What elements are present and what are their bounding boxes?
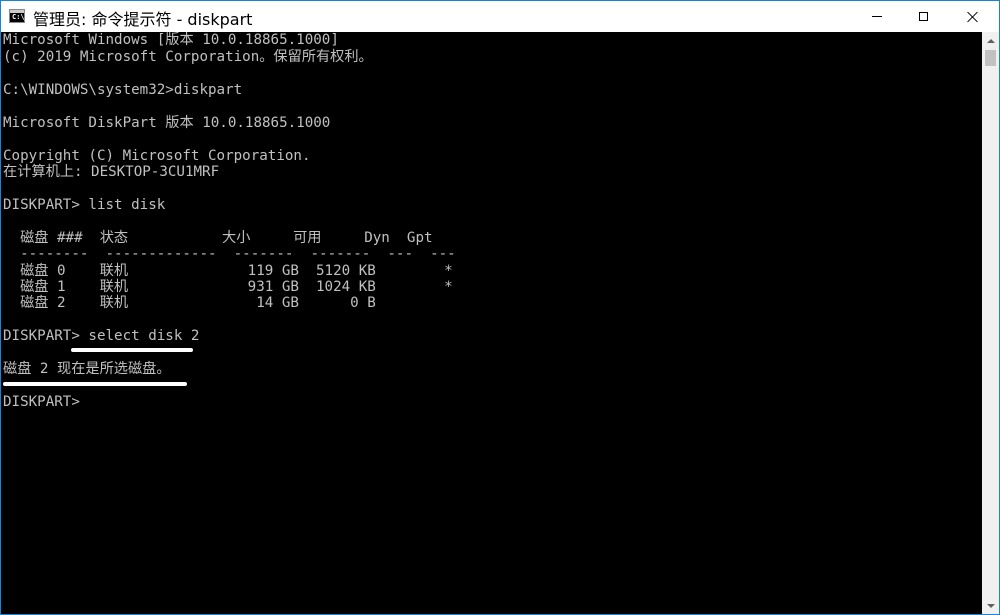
console-line: C:\WINDOWS\system32>diskpart xyxy=(3,82,243,98)
minimize-button[interactable] xyxy=(854,1,900,32)
scroll-down-icon[interactable] xyxy=(982,597,999,614)
console-line: 在计算机上: DESKTOP-3CU1MRF xyxy=(3,164,220,180)
table-row: 磁盘 1 联机 931 GB 1024 KB * xyxy=(3,279,453,295)
table-row: 磁盘 2 联机 14 GB 0 B xyxy=(3,295,376,311)
highlight-underline xyxy=(71,348,193,352)
maximize-icon xyxy=(918,12,928,21)
console-line: Microsoft Windows [版本 10.0.18865.1000] xyxy=(3,32,339,48)
close-button[interactable] xyxy=(946,1,999,32)
console-line: (c) 2019 Microsoft Corporation。保留所有权利。 xyxy=(3,49,373,65)
console-line: 磁盘 2 现在是所选磁盘。 xyxy=(3,361,171,377)
console-window: C:\_ 管理员: 命令提示符 - diskpart Microsoft Win… xyxy=(0,0,1000,615)
highlight-underline xyxy=(3,382,187,386)
scroll-thumb[interactable] xyxy=(985,50,996,66)
scroll-up-icon[interactable] xyxy=(982,32,999,49)
cmd-icon[interactable]: C:\_ xyxy=(9,9,29,23)
minimize-icon xyxy=(872,16,882,17)
close-icon xyxy=(967,11,979,23)
window-title: 管理员: 命令提示符 - diskpart xyxy=(33,10,253,29)
console-output[interactable]: Microsoft Windows [版本 10.0.18865.1000] (… xyxy=(1,32,982,614)
console-line: Copyright (C) Microsoft Corporation. xyxy=(3,148,311,164)
table-header: 磁盘 ### 状态 大小 可用 Dyn Gpt xyxy=(3,230,433,246)
console-line: DISKPART> select disk 2 xyxy=(3,328,200,344)
title-bar[interactable]: C:\_ 管理员: 命令提示符 - diskpart xyxy=(1,1,999,32)
table-separator: -------- ------------- ------- ------- -… xyxy=(3,246,456,262)
maximize-button[interactable] xyxy=(900,1,946,32)
console-line: Microsoft DiskPart 版本 10.0.18865.1000 xyxy=(3,115,331,131)
console-line: DISKPART> list disk xyxy=(3,197,166,213)
command-prompt: DISKPART> xyxy=(3,394,80,410)
vertical-scrollbar[interactable] xyxy=(982,32,999,614)
table-row: 磁盘 0 联机 119 GB 5120 KB * xyxy=(3,263,453,279)
